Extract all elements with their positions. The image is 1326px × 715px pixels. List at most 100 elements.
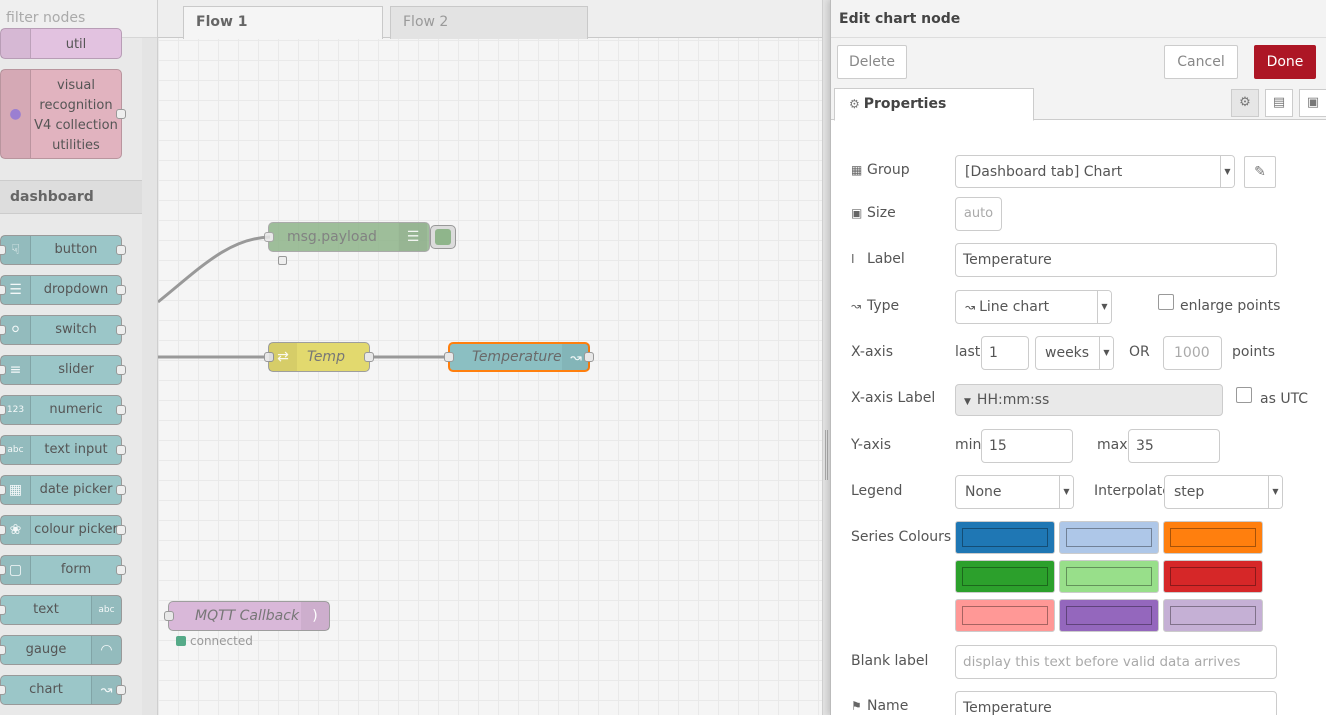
palette-node-text[interactable]: abc text bbox=[0, 595, 122, 625]
file-icon: ▤ bbox=[1272, 95, 1286, 110]
palette-node-label: util bbox=[65, 37, 87, 52]
series-colour-swatch[interactable] bbox=[1163, 599, 1263, 632]
gauge-icon: ◠ bbox=[91, 636, 121, 664]
edit-chart-node-tray: Edit chart node Delete Cancel Done ⚙ Prop… bbox=[830, 0, 1326, 715]
size-button[interactable]: auto bbox=[955, 197, 1002, 231]
edit-group-button[interactable]: ✎ bbox=[1244, 156, 1276, 188]
interpolate-label: Interpolate bbox=[1094, 483, 1171, 499]
palette-node-visual-recognition[interactable]: ● visual recognition V4 collection utili… bbox=[0, 69, 126, 159]
caret-down-icon: ▼ bbox=[964, 397, 971, 407]
table-icon: ▦ bbox=[851, 163, 863, 177]
debug-toggle-button[interactable] bbox=[430, 225, 456, 249]
xaxis-format-select[interactable]: ▼ HH:mm:ss bbox=[955, 384, 1223, 416]
enlarge-points-label: enlarge points bbox=[1180, 298, 1281, 314]
swatch-inner bbox=[1066, 528, 1152, 547]
delete-button[interactable]: Delete bbox=[837, 45, 907, 79]
xaxis-points-input[interactable]: 1000 bbox=[1163, 336, 1222, 370]
change-node-temp[interactable]: ⇄ Temp bbox=[264, 342, 374, 372]
expand-icon: ▣ bbox=[851, 206, 863, 220]
palette-node-colour-picker[interactable]: ❀ colour picker bbox=[0, 515, 126, 545]
properties-gear-button[interactable]: ⚙ bbox=[1231, 89, 1259, 117]
xaxis-points-label: points bbox=[1232, 344, 1275, 360]
done-button[interactable]: Done bbox=[1254, 45, 1316, 79]
mqtt-callback-node[interactable]: MQTT Callback ) bbox=[164, 601, 330, 631]
palette-node-form[interactable]: ▢ form bbox=[0, 555, 126, 585]
series-colour-swatch[interactable] bbox=[955, 521, 1055, 554]
i-cursor-icon: I bbox=[851, 252, 855, 266]
xaxis-or-label: OR bbox=[1129, 344, 1150, 360]
palette-scrollbar[interactable] bbox=[142, 38, 157, 715]
type-label: ↝ Type bbox=[851, 298, 900, 314]
yaxis-label: Y-axis bbox=[851, 437, 891, 453]
swatch-inner bbox=[962, 567, 1048, 586]
as-utc-label: as UTC bbox=[1260, 391, 1309, 407]
yaxis-max-input[interactable]: 35 bbox=[1128, 429, 1220, 463]
swatch-inner bbox=[1170, 528, 1256, 547]
swatch-inner bbox=[1170, 606, 1256, 625]
text-icon: abc bbox=[91, 596, 121, 624]
line-chart-icon: ↝ bbox=[965, 300, 976, 314]
swatch-inner bbox=[1066, 567, 1152, 586]
change-node-label: Temp bbox=[307, 349, 345, 365]
palette-category-dashboard[interactable]: dashboard bbox=[0, 180, 142, 214]
size-label: ▣ Size bbox=[851, 205, 896, 221]
flow-workspace[interactable]: Flow 1 Flow 2 msg.payload ☰ ⇄ Temp Tempe… bbox=[158, 0, 822, 715]
swatch-inner bbox=[1066, 606, 1152, 625]
sidebar-splitter[interactable] bbox=[822, 0, 830, 715]
tab-properties[interactable]: ⚙ Properties bbox=[834, 88, 1034, 121]
blank-label-input[interactable]: display this text before valid data arri… bbox=[955, 645, 1277, 679]
name-input[interactable]: Temperature bbox=[955, 691, 1277, 715]
palette-node-slider[interactable]: ≡ slider bbox=[0, 355, 126, 385]
type-select[interactable]: ↝ Line chart ▼ bbox=[955, 290, 1112, 324]
swatch-inner bbox=[962, 528, 1048, 547]
xaxis-last-label: last bbox=[955, 344, 981, 360]
visual-recognition-icon: ● bbox=[1, 70, 31, 158]
series-colour-swatch[interactable] bbox=[1163, 560, 1263, 593]
status-dot-icon bbox=[176, 636, 186, 646]
series-colour-swatch[interactable] bbox=[1059, 560, 1159, 593]
palette-node-gauge[interactable]: ◠ gauge bbox=[0, 635, 122, 665]
series-colour-swatch[interactable] bbox=[1059, 521, 1159, 554]
cancel-button[interactable]: Cancel bbox=[1164, 45, 1238, 79]
description-button[interactable]: ▤ bbox=[1265, 89, 1293, 117]
tray-tabs: ⚙ Properties ⚙ ▤ ▣ bbox=[831, 84, 1326, 121]
chart-node-label: Temperature bbox=[472, 349, 562, 365]
line-chart-icon: ↝ bbox=[851, 299, 862, 313]
group-select[interactable]: [Dashboard tab] Chart ▼ bbox=[955, 155, 1235, 188]
tray-title: Edit chart node bbox=[831, 0, 1326, 38]
palette-node-text-input[interactable]: abc text input bbox=[0, 435, 126, 465]
series-colour-swatch[interactable] bbox=[1059, 599, 1159, 632]
xaxis-last-input[interactable]: 1 bbox=[981, 336, 1029, 370]
palette-node-button[interactable]: ☟ button bbox=[0, 235, 126, 265]
palette-node-date-picker[interactable]: ▦ date picker bbox=[0, 475, 126, 505]
palette-node-numeric[interactable]: 123 numeric bbox=[0, 395, 126, 425]
series-colours-label: Series Colours bbox=[851, 529, 952, 545]
palette-node-dropdown[interactable]: ☰ dropdown bbox=[0, 275, 126, 305]
yaxis-min-input[interactable]: 15 bbox=[981, 429, 1073, 463]
legend-select[interactable]: None ▼ bbox=[955, 475, 1074, 509]
series-colour-swatch[interactable] bbox=[1163, 521, 1263, 554]
xaxis-label: X-axis bbox=[851, 344, 893, 360]
series-colour-swatch[interactable] bbox=[955, 560, 1055, 593]
label-input[interactable]: Temperature bbox=[955, 243, 1277, 277]
label-label: I Label bbox=[851, 251, 905, 267]
xaxis-format-label: X-axis Label bbox=[851, 390, 936, 406]
node-palette: filter nodes util ● visual recognition V… bbox=[0, 0, 158, 715]
mqtt-node-label: MQTT Callback bbox=[195, 608, 300, 624]
enlarge-points-checkbox[interactable] bbox=[1158, 294, 1174, 310]
interpolate-select[interactable]: step ▼ bbox=[1164, 475, 1283, 509]
debug-node[interactable]: msg.payload ☰ bbox=[264, 222, 430, 252]
pencil-icon: ✎ bbox=[1254, 164, 1266, 180]
chart-node-temperature[interactable]: Temperature ↝ bbox=[444, 342, 594, 372]
as-utc-checkbox[interactable] bbox=[1236, 387, 1252, 403]
palette-node-chart[interactable]: ↝ chart bbox=[0, 675, 126, 705]
frame-icon: ▣ bbox=[1306, 95, 1320, 110]
palette-node-util[interactable]: util bbox=[0, 28, 122, 59]
yaxis-min-label: min bbox=[955, 437, 982, 453]
debug-status-box bbox=[278, 256, 287, 265]
appearance-button[interactable]: ▣ bbox=[1299, 89, 1326, 117]
caret-down-icon: ▼ bbox=[1220, 156, 1234, 187]
palette-node-switch[interactable]: ⚪ switch bbox=[0, 315, 126, 345]
series-colour-swatch[interactable] bbox=[955, 599, 1055, 632]
xaxis-unit-select[interactable]: weeks ▼ bbox=[1035, 336, 1114, 370]
